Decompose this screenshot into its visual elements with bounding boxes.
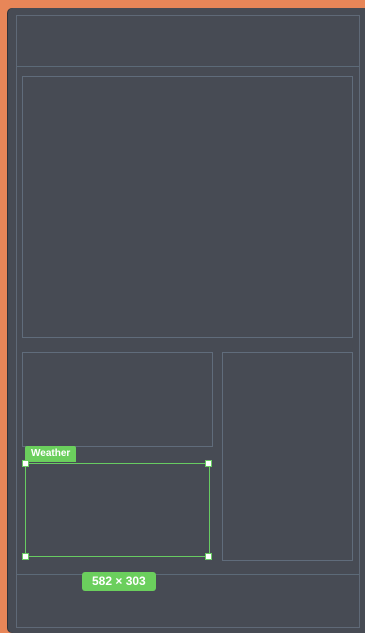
header-divider [17, 66, 359, 67]
hero-panel[interactable] [22, 76, 353, 338]
layer-name-tag: Weather [25, 446, 77, 462]
resize-handle-bottom-right[interactable] [205, 553, 212, 560]
resize-handle-top-left[interactable] [22, 460, 29, 467]
small-panel[interactable] [22, 352, 213, 447]
weather-selection-box[interactable] [25, 463, 210, 557]
dimensions-badge: 582 × 303 [82, 572, 156, 591]
footer-divider [17, 574, 359, 575]
resize-handle-bottom-left[interactable] [22, 553, 29, 560]
resize-handle-top-right[interactable] [205, 460, 212, 467]
side-panel[interactable] [222, 352, 353, 561]
